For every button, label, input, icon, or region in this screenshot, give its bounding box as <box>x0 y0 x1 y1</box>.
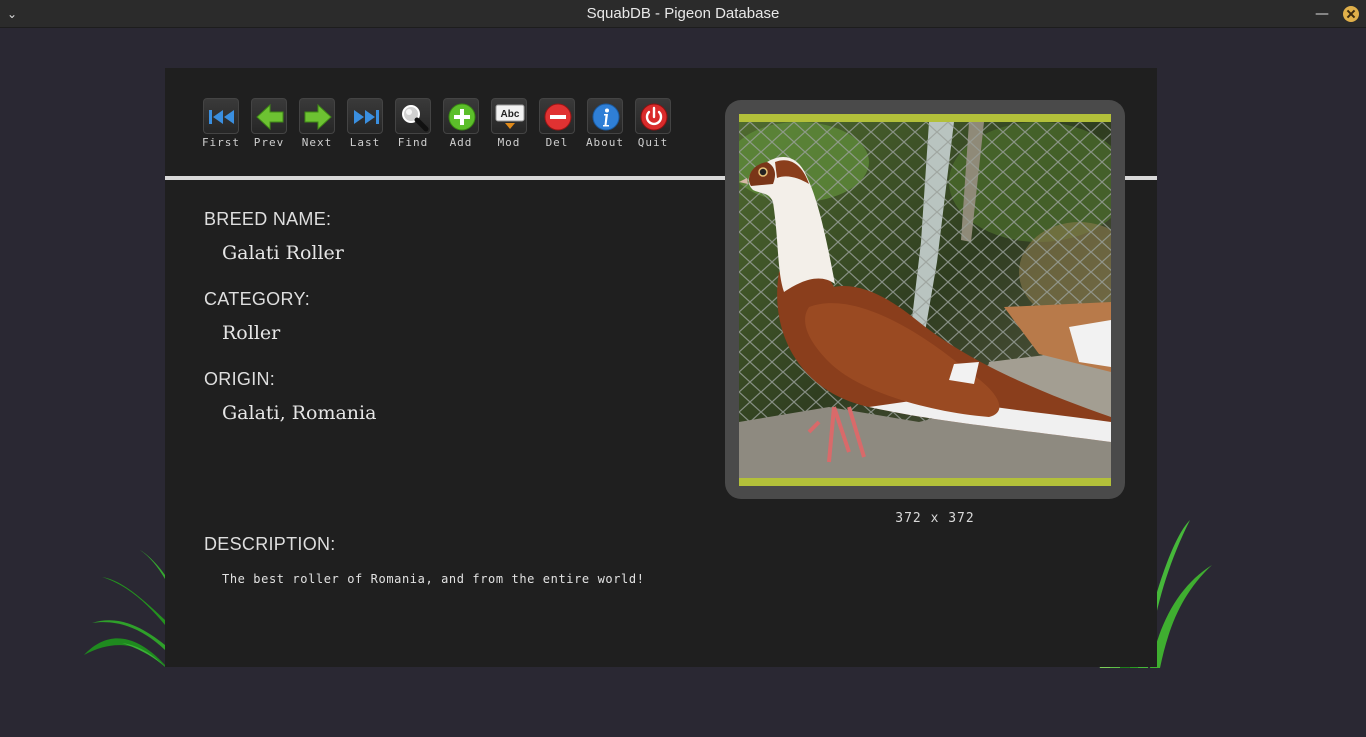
info-icon <box>592 103 620 131</box>
grass-decoration-left <box>84 550 165 667</box>
breed-name-value: Galati Roller <box>222 242 344 264</box>
magnifier-icon <box>402 105 429 132</box>
quit-button[interactable]: Quit <box>633 98 673 154</box>
plus-icon <box>448 103 476 131</box>
about-button[interactable]: About <box>585 98 625 154</box>
description-label: DESCRIPTION: <box>204 534 336 554</box>
window-title: SquabDB - Pigeon Database <box>586 5 780 22</box>
find-button[interactable]: Find <box>393 98 433 154</box>
first-record-icon <box>209 110 234 124</box>
title-bar: ⌄ SquabDB - Pigeon Database — <box>0 0 1366 28</box>
quit-button-label: Quit <box>637 136 669 149</box>
right-arrow-icon <box>304 103 332 131</box>
description-value: The best roller of Romania, and from the… <box>222 572 645 586</box>
prev-button[interactable]: Prev <box>249 98 289 154</box>
category-label: CATEGORY: <box>204 289 311 309</box>
edit-text-icon: Abc <box>495 104 525 129</box>
power-icon <box>640 103 668 131</box>
last-button[interactable]: Last <box>345 98 385 154</box>
last-record-icon <box>354 110 379 124</box>
image-dimensions: 372 x 372 <box>895 511 975 526</box>
next-button-frame <box>299 98 335 134</box>
photo-frame <box>725 100 1125 499</box>
find-button-frame <box>395 98 431 134</box>
first-button[interactable]: First <box>201 98 241 154</box>
del-button-frame <box>539 98 575 134</box>
mod-button[interactable]: Abc Mod <box>489 98 529 154</box>
add-button-frame <box>443 98 479 134</box>
about-button-frame <box>587 98 623 134</box>
left-arrow-icon <box>256 103 284 131</box>
minus-icon <box>544 103 572 131</box>
origin-value: Galati, Romania <box>222 402 377 424</box>
pigeon-photo-illustration <box>739 122 1111 478</box>
svg-text:Abc: Abc <box>501 109 520 120</box>
next-button[interactable]: Next <box>297 98 337 154</box>
quit-button-frame <box>635 98 671 134</box>
pigeon-photo[interactable] <box>739 122 1111 478</box>
del-button[interactable]: Del <box>537 98 577 154</box>
prev-button-frame <box>251 98 287 134</box>
breed-name-label: BREED NAME: <box>204 209 332 229</box>
close-button[interactable] <box>1343 6 1359 22</box>
origin-label: ORIGIN: <box>204 369 276 389</box>
mod-button-frame: Abc <box>491 98 527 134</box>
category-value: Roller <box>222 322 281 344</box>
last-button-frame <box>347 98 383 134</box>
record-panel: First Prev Next Last Find Add Abc Mod De… <box>165 68 1157 667</box>
minimize-button[interactable]: — <box>1313 5 1331 23</box>
first-button-frame <box>203 98 239 134</box>
add-button[interactable]: Add <box>441 98 481 154</box>
